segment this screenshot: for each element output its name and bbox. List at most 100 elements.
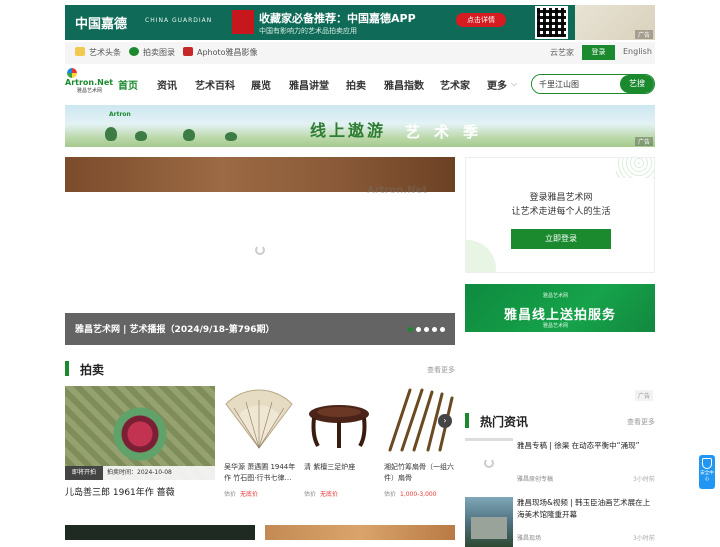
top-ad-banner[interactable]: 中国嘉德 CHINA GUARDIAN 收藏家必备推荐：中国嘉德APP 中国有影… (65, 5, 655, 40)
ad-subline: 中国有影响力的艺术品拍卖应用 (259, 27, 357, 35)
thumb-bar (465, 438, 513, 441)
tree-icon (105, 127, 117, 141)
logo-text: Artron.Net (65, 78, 114, 87)
nav-news[interactable]: 资讯 (157, 77, 177, 92)
ad-small-text: 雅昌艺术网 (543, 293, 569, 299)
ad-foot-text: 雅昌艺术网 (543, 323, 569, 329)
ad-headline: 收藏家必备推荐：中国嘉德APP (259, 12, 416, 25)
login-button[interactable]: 登录 (582, 45, 615, 60)
carousel-caption[interactable]: 雅昌艺术网 | 艺术播报（2024/9/18-第796期） (65, 313, 455, 345)
shield-icon (702, 458, 712, 469)
wooden-stand-image (309, 405, 369, 448)
auction-item-name[interactable]: 清 紫檀三足炉座 (304, 462, 376, 484)
ad-tag: 广告 (634, 137, 653, 146)
section-marker (65, 361, 69, 376)
campaign-banner[interactable]: Artron 线上遨游 艺术季 广告 (65, 105, 655, 147)
util-link-headlines[interactable]: 艺术头条 (75, 47, 121, 58)
login-card-title: 登录雅昌艺术网 (529, 193, 593, 203)
nav-auction[interactable]: 拍卖 (346, 77, 366, 92)
decor-dots (616, 158, 654, 178)
nav-artists[interactable]: 艺术家 (440, 77, 470, 92)
carousel-dot[interactable] (408, 327, 413, 332)
ad-tag: 广告 (635, 390, 654, 401)
news-thumbnail[interactable] (465, 438, 513, 488)
decor-blob (466, 240, 496, 272)
tree-icon (225, 132, 237, 141)
hot-news-more-link[interactable]: 查看更多 (627, 417, 655, 427)
english-link[interactable]: English (623, 47, 652, 56)
util-link-catalog[interactable]: 拍卖图录 (129, 47, 175, 58)
nav-lectures[interactable]: 雅昌讲堂 (289, 77, 329, 92)
ad-brand: 中国嘉德 (75, 17, 128, 32)
auction-item-estimate: 估价 无底价 (224, 491, 259, 498)
nav-exhibitions[interactable]: 展览 (251, 77, 271, 92)
ad-main-text: 雅昌线上送拍服务 (504, 308, 617, 323)
search-box: 艺搜 (531, 74, 655, 94)
loading-spinner-icon (484, 458, 494, 468)
auction-status-badge: 即将开拍 (65, 466, 103, 480)
auction-section-title: 拍卖 (80, 363, 105, 377)
nav-home[interactable]: 首页 (118, 77, 138, 92)
ad-tag: 广告 (634, 30, 653, 39)
auction-feature-title[interactable]: 儿岛善三郎 1961年作 蔷薇 (65, 485, 175, 498)
hot-news-title: 热门资讯 (480, 415, 529, 429)
qr-code-icon (535, 6, 568, 39)
fan-painting-image (225, 389, 293, 449)
auction-item-estimate: 估价 1,000-3,000 (384, 491, 437, 498)
news-time: 3小时前 (633, 476, 655, 483)
login-now-button[interactable]: 立即登录 (511, 229, 611, 249)
auction-item-name[interactable]: 湘妃竹筹扇骨（一组六件）扇骨 (384, 462, 456, 484)
news-source: 雅昌现场 (517, 535, 542, 542)
safety-center-widget[interactable]: 安全中心 (699, 455, 715, 489)
site-logo[interactable]: Artron.Net 雅昌艺术网 (65, 68, 113, 94)
carousel-dot[interactable] (432, 327, 437, 332)
banner-title-2: 艺术季 (405, 123, 493, 141)
banner-title: 线上遨游 (310, 121, 387, 140)
building-image (471, 517, 507, 539)
news-time: 3小时前 (633, 535, 655, 542)
util-link-yunyijia[interactable]: 云艺家 (550, 47, 574, 58)
search-button[interactable]: 艺搜 (620, 75, 654, 93)
carousel-caption-text: 雅昌艺术网 | 艺术播报（2024/9/18-第796期） (75, 325, 275, 335)
article-thumbnail[interactable] (65, 525, 255, 540)
loading-spinner-icon (255, 245, 265, 255)
auction-time: 拍卖时间：2024-10-08 (103, 466, 215, 480)
auction-feature-image[interactable]: 即将开拍 拍卖时间：2024-10-08 (65, 386, 215, 480)
chevron-down-icon: ⌵ (511, 79, 518, 88)
chevron-right-icon[interactable]: › (438, 414, 452, 428)
carousel-dot[interactable] (424, 327, 429, 332)
article-thumbnail[interactable] (265, 525, 455, 540)
section-marker (465, 413, 469, 428)
auction-item-image[interactable] (304, 386, 375, 456)
util-link-aphoto[interactable]: Aphoto雅昌影像 (183, 47, 258, 58)
tree-icon (183, 129, 195, 141)
auction-item-estimate: 估价 无底价 (304, 491, 339, 498)
ad-brand-en: CHINA GUARDIAN (145, 17, 213, 24)
carousel-dot[interactable] (440, 327, 445, 332)
utility-bar: 艺术头条 拍卖图录 Aphoto雅昌影像 云艺家 登录 English (65, 42, 655, 64)
consignment-ad[interactable]: 雅昌艺术网 雅昌线上送拍服务 雅昌艺术网 (465, 284, 655, 332)
banner-logo: Artron (109, 111, 131, 118)
news-title[interactable]: 雅昌现场&视频 | 韩玉臣油画艺术展在上海美术馆隆重开幕 (517, 497, 657, 521)
carousel-watermark: Artron.Net (367, 185, 428, 196)
auction-more-link[interactable]: 查看更多 (427, 365, 455, 375)
carousel-dot[interactable] (416, 327, 421, 332)
seal-icon (232, 10, 254, 34)
nav-more[interactable]: 更多 (487, 77, 507, 92)
tree-icon (135, 131, 147, 141)
news-title[interactable]: 雅昌专稿 | 徐渠 在动态平衡中“涌现” (517, 440, 657, 452)
auction-item-name[interactable]: 吴华源 萧遇圃 1944年作 竹石图·行书七律… (224, 462, 296, 484)
aphoto-icon (183, 47, 193, 56)
logo-subtext: 雅昌艺术网 (77, 88, 103, 94)
ad-cta-button[interactable]: 点击详情 (456, 13, 506, 27)
safety-center-label: 安全中心 (700, 471, 714, 482)
hero-carousel[interactable]: Artron.Net 雅昌艺术网 | 艺术播报（2024/9/18-第796期） (65, 157, 455, 345)
catalog-icon (129, 47, 139, 56)
auction-item-image[interactable] (224, 386, 295, 456)
logo-icon (67, 68, 77, 78)
search-input[interactable] (532, 75, 620, 93)
nav-encyclopedia[interactable]: 艺术百科 (195, 77, 235, 92)
login-card-slogan: 让艺术走进每个人的生活 (511, 207, 611, 217)
headlines-icon (75, 47, 85, 56)
nav-index[interactable]: 雅昌指数 (384, 77, 424, 92)
